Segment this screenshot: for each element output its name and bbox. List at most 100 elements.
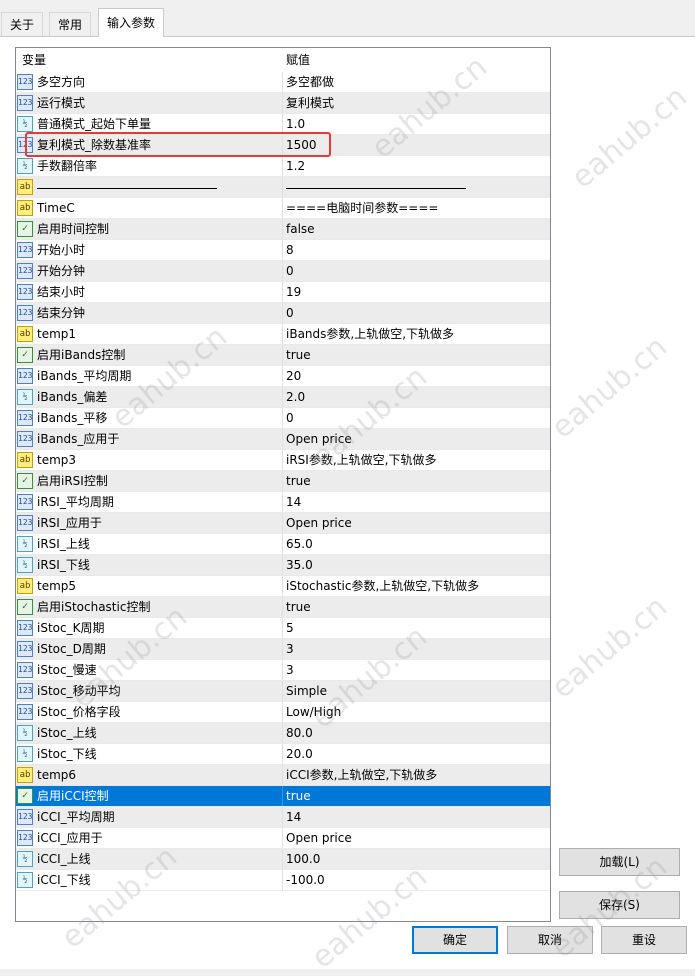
variable-cell[interactable]: 123 iRSI_应用于	[16, 513, 283, 533]
table-row[interactable]: 123 iStoc_价格字段 Low/High	[16, 702, 550, 723]
variable-cell[interactable]: ½ iBands_偏差	[16, 387, 283, 407]
table-row[interactable]: 123 iRSI_平均周期 14	[16, 492, 550, 513]
value-cell[interactable]: Open price	[286, 429, 352, 449]
table-row[interactable]: 123 iBands_应用于 Open price	[16, 429, 550, 450]
variable-cell[interactable]: ab temp3	[16, 450, 283, 470]
table-row[interactable]: ab	[16, 177, 550, 198]
value-cell[interactable]: iRSI参数,上轨做空,下轨做多	[286, 450, 436, 470]
variable-cell[interactable]: 123 iBands_应用于	[16, 429, 283, 449]
table-row[interactable]: ½ 普通模式_起始下单量 1.0	[16, 114, 550, 135]
table-row[interactable]: 123 iStoc_慢速 3	[16, 660, 550, 681]
variable-cell[interactable]: 123 复利模式_除数基准率	[16, 135, 283, 155]
value-cell[interactable]: 35.0	[286, 555, 313, 575]
variable-cell[interactable]: 123 iBands_平移	[16, 408, 283, 428]
value-cell[interactable]: 1.2	[286, 156, 305, 176]
value-cell[interactable]: Open price	[286, 513, 352, 533]
value-cell[interactable]: 80.0	[286, 723, 313, 743]
table-row[interactable]: ½ iStoc_上线 80.0	[16, 723, 550, 744]
variable-cell[interactable]: ½ iCCI_上线	[16, 849, 283, 869]
load-button[interactable]: 加载(L)	[559, 848, 680, 876]
table-row[interactable]: ✓ 启用iStochastic控制 true	[16, 597, 550, 618]
variable-cell[interactable]: ½ iStoc_上线	[16, 723, 283, 743]
variable-cell[interactable]: ½ 普通模式_起始下单量	[16, 114, 283, 134]
header-variable[interactable]: 变量	[22, 48, 46, 71]
table-row[interactable]: 123 iBands_平均周期 20	[16, 366, 550, 387]
variable-cell[interactable]: ½ iRSI_上线	[16, 534, 283, 554]
variable-cell[interactable]: 123 结束分钟	[16, 303, 283, 323]
table-row[interactable]: ✓ 启用iBands控制 true	[16, 345, 550, 366]
value-cell[interactable]: Open price	[286, 828, 352, 848]
tab-about[interactable]: 关于	[1, 12, 44, 36]
value-cell[interactable]: true	[286, 597, 311, 617]
variable-cell[interactable]: 123 iBands_平均周期	[16, 366, 283, 386]
variable-cell[interactable]: 123 开始小时	[16, 240, 283, 260]
table-row[interactable]: 123 开始分钟 0	[16, 261, 550, 282]
value-cell[interactable]: 3	[286, 639, 294, 659]
table-row[interactable]: ½ iStoc_下线 20.0	[16, 744, 550, 765]
variable-cell[interactable]: 123 iStoc_D周期	[16, 639, 283, 659]
value-cell[interactable]: 0	[286, 261, 294, 281]
table-row[interactable]: ✓ 启用时间控制 false	[16, 219, 550, 240]
variable-cell[interactable]: 123 iStoc_K周期	[16, 618, 283, 638]
value-cell[interactable]: 65.0	[286, 534, 313, 554]
table-row[interactable]: ½ iCCI_下线 -100.0	[16, 870, 550, 891]
ok-button[interactable]: 确定	[412, 926, 498, 954]
value-cell[interactable]: 19	[286, 282, 301, 302]
value-cell[interactable]: iCCI参数,上轨做空,下轨做多	[286, 765, 437, 785]
table-row[interactable]: ab temp6 iCCI参数,上轨做空,下轨做多	[16, 765, 550, 786]
table-row[interactable]: ab TimeC ====电脑时间参数====	[16, 198, 550, 219]
variable-cell[interactable]: ½ iCCI_下线	[16, 870, 283, 890]
table-row[interactable]: 123 iStoc_K周期 5	[16, 618, 550, 639]
cancel-button[interactable]: 取消	[507, 926, 593, 954]
variable-cell[interactable]: ab temp5	[16, 576, 283, 596]
value-cell[interactable]: 1.0	[286, 114, 305, 134]
variable-cell[interactable]: ✓ 启用iBands控制	[16, 345, 283, 365]
table-row[interactable]: 123 iCCI_平均周期 14	[16, 807, 550, 828]
tab-inputs[interactable]: 输入参数	[98, 8, 165, 37]
variable-cell[interactable]: 123 iCCI_应用于	[16, 828, 283, 848]
value-cell[interactable]: 14	[286, 807, 301, 827]
value-cell[interactable]: 3	[286, 660, 294, 680]
table-row[interactable]: ½ iCCI_上线 100.0	[16, 849, 550, 870]
reset-button[interactable]: 重设	[601, 926, 687, 954]
value-cell[interactable]: 复利模式	[286, 93, 334, 113]
table-row[interactable]: ½ iBands_偏差 2.0	[16, 387, 550, 408]
table-row[interactable]: 123 iStoc_D周期 3	[16, 639, 550, 660]
variable-cell[interactable]: ½ iRSI_下线	[16, 555, 283, 575]
table-row[interactable]: 123 iCCI_应用于 Open price	[16, 828, 550, 849]
table-row[interactable]: 123 结束分钟 0	[16, 303, 550, 324]
value-cell[interactable]: iBands参数,上轨做空,下轨做多	[286, 324, 454, 344]
value-cell[interactable]: 1500	[286, 135, 317, 155]
variable-cell[interactable]: 123 开始分钟	[16, 261, 283, 281]
variable-cell[interactable]: ✓ 启用iRSI控制	[16, 471, 283, 491]
value-cell[interactable]: Low/High	[286, 702, 341, 722]
table-row[interactable]: 123 复利模式_除数基准率 1500	[16, 135, 550, 156]
save-button[interactable]: 保存(S)	[559, 891, 680, 919]
table-row[interactable]: ab temp1 iBands参数,上轨做空,下轨做多	[16, 324, 550, 345]
variable-cell[interactable]: ab temp6	[16, 765, 283, 785]
header-value[interactable]: 赋值	[286, 48, 310, 71]
variable-cell[interactable]: ½ 手数翻倍率	[16, 156, 283, 176]
variable-cell[interactable]: 123 iCCI_平均周期	[16, 807, 283, 827]
table-row[interactable]: 123 多空方向 多空都做	[16, 72, 550, 93]
table-row[interactable]: ab temp3 iRSI参数,上轨做空,下轨做多	[16, 450, 550, 471]
variable-cell[interactable]: ½ iStoc_下线	[16, 744, 283, 764]
value-cell[interactable]: true	[286, 345, 311, 365]
variable-cell[interactable]: ✓ 启用iCCI控制	[16, 786, 283, 806]
value-cell[interactable]: 多空都做	[286, 72, 334, 92]
value-cell[interactable]: ====电脑时间参数====	[286, 198, 438, 218]
table-row[interactable]: 123 开始小时 8	[16, 240, 550, 261]
value-cell[interactable]: 5	[286, 618, 294, 638]
value-cell[interactable]: 20	[286, 366, 301, 386]
variable-cell[interactable]: ✓ 启用iStochastic控制	[16, 597, 283, 617]
table-row[interactable]: ½ 手数翻倍率 1.2	[16, 156, 550, 177]
value-cell[interactable]: 100.0	[286, 849, 320, 869]
value-cell[interactable]: 0	[286, 408, 294, 428]
table-row[interactable]: 123 结束小时 19	[16, 282, 550, 303]
variable-cell[interactable]: ✓ 启用时间控制	[16, 219, 283, 239]
table-row[interactable]: 123 运行模式 复利模式	[16, 93, 550, 114]
value-cell[interactable]: 14	[286, 492, 301, 512]
variable-cell[interactable]: 123 iStoc_移动平均	[16, 681, 283, 701]
table-row[interactable]: ab temp5 iStochastic参数,上轨做空,下轨做多	[16, 576, 550, 597]
table-row[interactable]: ✓ 启用iRSI控制 true	[16, 471, 550, 492]
